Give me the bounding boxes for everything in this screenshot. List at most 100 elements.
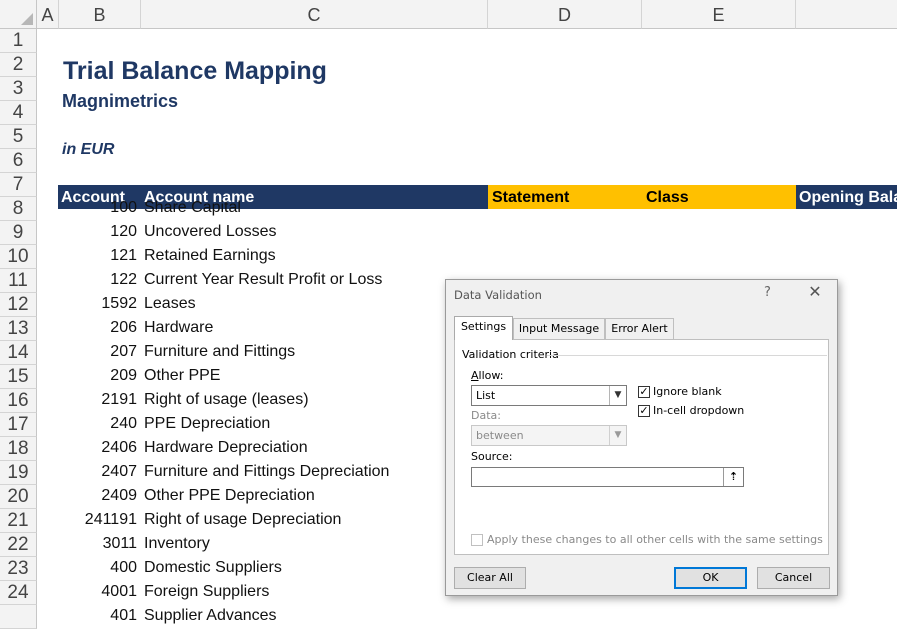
row-header[interactable]: 18 (0, 437, 37, 461)
header-class[interactable]: Class (646, 185, 689, 211)
row-header[interactable]: 5 (0, 125, 37, 149)
account-code-cell[interactable]: 121 (57, 244, 137, 268)
account-code-cell[interactable]: 209 (57, 364, 137, 388)
source-input[interactable]: ⇡ (471, 467, 744, 487)
account-code-cell[interactable]: 2406 (57, 436, 137, 460)
account-code-cell[interactable]: 122 (57, 268, 137, 292)
account-code-cell[interactable]: 1592 (57, 292, 137, 316)
account-name-cell[interactable]: Furniture and Fittings Depreciation (144, 460, 389, 484)
row-header[interactable]: 12 (0, 293, 37, 317)
account-name-cell[interactable]: Leases (144, 292, 196, 316)
row-header[interactable]: 9 (0, 221, 37, 245)
row-header[interactable] (0, 605, 37, 629)
account-name-cell[interactable]: Inventory (144, 532, 210, 556)
allow-select-value: List (476, 389, 496, 402)
in-cell-dropdown-checkbox[interactable]: ✓ (638, 405, 650, 417)
allow-label-rest: llow: (478, 369, 504, 382)
apply-all-label: Apply these changes to all other cells w… (487, 533, 823, 546)
row-header[interactable]: 24 (0, 581, 37, 605)
tab-error-alert[interactable]: Error Alert (605, 318, 674, 339)
account-name-cell[interactable]: Share Capital (144, 196, 241, 220)
row-header[interactable]: 2 (0, 53, 37, 77)
account-code-cell[interactable]: 2191 (57, 388, 137, 412)
account-name-cell[interactable]: Right of usage Depreciation (144, 508, 341, 532)
row-header[interactable]: 11 (0, 269, 37, 293)
header-opening-balance[interactable]: Opening Bala (799, 185, 897, 211)
account-code-cell[interactable]: 206 (57, 316, 137, 340)
account-code-cell[interactable]: 400 (57, 556, 137, 580)
column-header-b[interactable]: B (59, 0, 141, 29)
data-label: Data: (471, 409, 501, 422)
account-name-cell[interactable]: Domestic Suppliers (144, 556, 282, 580)
account-code-cell[interactable]: 241191 (57, 508, 137, 532)
ignore-blank-checkbox[interactable]: ✓ (638, 386, 650, 398)
section-divider (547, 355, 827, 356)
column-header-e[interactable]: E (642, 0, 796, 29)
allow-select[interactable]: List ▼ (471, 385, 627, 406)
account-name-cell[interactable]: Right of usage (leases) (144, 388, 309, 412)
account-name-cell[interactable]: Other PPE Depreciation (144, 484, 315, 508)
cancel-button[interactable]: Cancel (757, 567, 830, 589)
select-all-corner[interactable] (0, 0, 37, 29)
account-name-cell[interactable]: Current Year Result Profit or Loss (144, 268, 382, 292)
data-select: between ▼ (471, 425, 627, 446)
row-header[interactable]: 21 (0, 509, 37, 533)
row-header[interactable]: 15 (0, 365, 37, 389)
account-name-cell[interactable]: Supplier Advances (144, 604, 277, 628)
account-name-cell[interactable]: Other PPE (144, 364, 220, 388)
row-header[interactable]: 22 (0, 533, 37, 557)
column-header-c[interactable]: C (141, 0, 488, 29)
tab-settings[interactable]: Settings (454, 316, 513, 340)
unit-note: in EUR (62, 141, 115, 158)
close-icon[interactable]: ✕ (806, 283, 824, 301)
apply-all-checkbox (471, 534, 483, 546)
row-header[interactable]: 23 (0, 557, 37, 581)
account-code-cell[interactable]: 4001 (57, 580, 137, 604)
column-header-f[interactable] (796, 0, 897, 29)
account-name-cell[interactable]: Retained Earnings (144, 244, 276, 268)
account-name-cell[interactable]: Furniture and Fittings (144, 340, 295, 364)
help-icon[interactable]: ? (764, 285, 771, 300)
row-header[interactable]: 8 (0, 197, 37, 221)
account-code-cell[interactable]: 207 (57, 340, 137, 364)
row-header[interactable]: 4 (0, 101, 37, 125)
tab-input-message[interactable]: Input Message (513, 318, 605, 339)
row-header[interactable]: 1 (0, 29, 37, 53)
source-label: Source: (471, 450, 513, 463)
header-statement[interactable]: Statement (492, 185, 569, 211)
row-header[interactable]: 13 (0, 317, 37, 341)
account-code-cell[interactable]: 3011 (57, 532, 137, 556)
account-code-cell[interactable]: 100 (57, 196, 137, 220)
account-name-cell[interactable]: Hardware (144, 316, 213, 340)
chevron-down-icon[interactable]: ▼ (609, 386, 626, 405)
sheet-title: Trial Balance Mapping (63, 57, 327, 85)
account-name-cell[interactable]: Uncovered Losses (144, 220, 277, 244)
row-header[interactable]: 16 (0, 389, 37, 413)
account-name-cell[interactable]: Foreign Suppliers (144, 580, 269, 604)
ignore-blank-label: Ignore blank (653, 385, 722, 398)
account-name-cell[interactable]: PPE Depreciation (144, 412, 270, 436)
row-header[interactable]: 6 (0, 149, 37, 173)
row-header[interactable]: 14 (0, 341, 37, 365)
collapse-dialog-icon[interactable]: ⇡ (723, 468, 743, 486)
row-header[interactable]: 3 (0, 77, 37, 101)
column-header-d[interactable]: D (488, 0, 642, 29)
chevron-down-icon: ▼ (609, 426, 626, 445)
account-code-cell[interactable]: 240 (57, 412, 137, 436)
account-code-cell[interactable]: 2407 (57, 460, 137, 484)
row-header[interactable]: 17 (0, 413, 37, 437)
data-validation-dialog: Data Validation ? ✕ Settings Input Messa… (445, 279, 838, 596)
account-code-cell[interactable]: 2409 (57, 484, 137, 508)
allow-label: Allow: (471, 369, 504, 382)
row-header[interactable]: 19 (0, 461, 37, 485)
account-code-cell[interactable]: 120 (57, 220, 137, 244)
account-name-cell[interactable]: Hardware Depreciation (144, 436, 308, 460)
ok-button[interactable]: OK (674, 567, 747, 589)
clear-all-button[interactable]: Clear All (454, 567, 526, 589)
row-header[interactable]: 7 (0, 173, 37, 197)
account-code-cell[interactable]: 401 (57, 604, 137, 628)
column-header-a[interactable]: A (37, 0, 59, 29)
row-header[interactable]: 10 (0, 245, 37, 269)
dialog-title: Data Validation (454, 288, 542, 302)
row-header[interactable]: 20 (0, 485, 37, 509)
